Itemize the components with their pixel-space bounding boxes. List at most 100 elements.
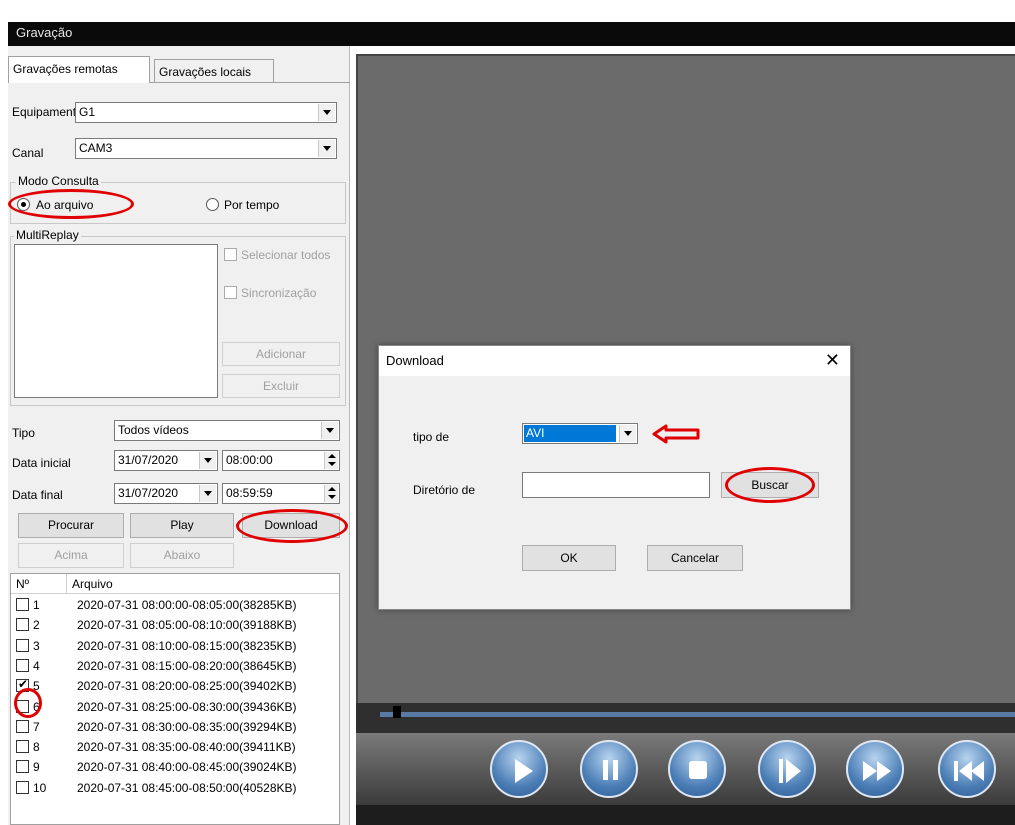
channel-select[interactable]: CAM3 [75, 138, 337, 159]
format-label: tipo de [413, 430, 450, 444]
table-row[interactable]: 6 2020-07-31 08:25:00-08:30:00(39436KB) [11, 697, 339, 717]
query-mode-label: Modo Consulta [16, 174, 101, 188]
arrow-left-icon [652, 424, 700, 444]
table-row[interactable]: 3 2020-07-31 08:10:00-08:15:00(38235KB) [11, 636, 339, 656]
play-button[interactable]: Play [130, 513, 234, 538]
row-checkbox[interactable] [16, 638, 29, 652]
radio-by-time-label: Por tempo [224, 198, 280, 212]
chevron-down-icon [199, 452, 216, 469]
table-row[interactable]: 10 2020-07-31 08:45:00-08:50:00(40528KB) [11, 778, 339, 798]
remove-button[interactable]: Excluir [222, 374, 340, 398]
table-row[interactable]: 52020-07-31 08:20:00-08:25:00(39402KB) [11, 676, 339, 696]
highlight-ring [14, 688, 42, 718]
spinner-icon[interactable] [324, 452, 338, 469]
column-header-number[interactable]: Nº [11, 574, 67, 594]
row-number: 2 [33, 618, 40, 633]
dialog-title: Download [386, 353, 444, 368]
start-time-field[interactable]: 08:00:00 [222, 450, 340, 471]
window-title-bar: Gravação [8, 22, 1015, 46]
end-date-picker[interactable]: 31/07/2020 [114, 483, 218, 504]
row-file: 2020-07-31 08:35:00-08:40:00(39411KB) [77, 740, 296, 755]
row-file: 2020-07-31 08:05:00-08:10:00(39188KB) [77, 618, 297, 633]
row-number: 4 [33, 658, 40, 673]
play-glyph [515, 759, 533, 783]
directory-input[interactable] [522, 472, 710, 498]
controls-bottom-strip [356, 805, 1015, 825]
highlight-ring [8, 189, 134, 219]
device-select[interactable]: G1 [75, 102, 337, 123]
format-select[interactable]: AVI [522, 423, 638, 444]
tab-label: Gravações remotas [13, 62, 118, 76]
seek-handle[interactable] [393, 706, 401, 718]
start-date-picker[interactable]: 31/07/2020 [114, 450, 218, 471]
row-number: 8 [33, 740, 40, 755]
row-number: 10 [33, 780, 47, 795]
sync-label: Sincronização [241, 286, 317, 300]
row-file: 2020-07-31 08:15:00-08:20:00(38645KB) [77, 658, 297, 673]
step-forward-glyph [779, 759, 801, 783]
fast-forward-icon[interactable] [846, 740, 904, 798]
skip-back-icon[interactable] [938, 740, 996, 798]
channel-label: Canal [12, 146, 44, 160]
row-checkbox[interactable] [16, 598, 29, 611]
type-select[interactable]: Todos vídeos [114, 420, 340, 441]
tab-local-recordings[interactable]: Gravações locais [154, 59, 274, 83]
channel-value: CAM3 [79, 141, 113, 155]
close-icon[interactable]: ✕ [825, 350, 840, 371]
pause-glyph [603, 760, 618, 780]
ok-button[interactable]: OK [522, 545, 616, 571]
select-all-checkbox[interactable] [224, 248, 237, 261]
table-row[interactable]: 1 2020-07-31 08:00:00-08:05:00(38285KB) [11, 595, 339, 615]
row-checkbox[interactable] [16, 719, 29, 733]
device-value: G1 [79, 105, 96, 119]
sync-checkbox[interactable] [224, 286, 237, 299]
stop-icon[interactable] [668, 740, 726, 798]
chevron-down-icon [321, 422, 338, 439]
table-row[interactable]: 4 2020-07-31 08:15:00-08:20:00(38645KB) [11, 656, 339, 676]
directory-label: Diretório de [413, 483, 476, 497]
tab-remote-recordings[interactable]: Gravações remotas [8, 56, 150, 83]
radio-by-time[interactable] [206, 198, 219, 211]
skip-back-glyph [954, 761, 984, 781]
cancel-button[interactable]: Cancelar [647, 545, 743, 571]
end-time-field[interactable]: 08:59:59 [222, 483, 340, 504]
move-down-button[interactable]: Abaixo [130, 543, 234, 568]
row-number: 9 [33, 760, 40, 775]
row-file: 2020-07-31 08:10:00-08:15:00(38235KB) [77, 638, 297, 653]
column-header-file[interactable]: Arquivo [67, 574, 339, 594]
move-up-button[interactable]: Acima [18, 543, 124, 568]
start-date-value: 31/07/2020 [118, 453, 179, 467]
play-icon[interactable] [490, 740, 548, 798]
row-checkbox[interactable] [16, 780, 29, 794]
download-dialog: Download ✕ tipo de AVI Diretório de Busc… [378, 345, 851, 610]
type-label: Tipo [12, 426, 35, 440]
pause-icon[interactable] [580, 740, 638, 798]
seek-bar[interactable] [380, 712, 1015, 717]
table-row[interactable]: 9 2020-07-31 08:40:00-08:45:00(39024KB) [11, 757, 339, 777]
multireplay-label: MultiReplay [14, 228, 81, 242]
highlight-ring [236, 509, 348, 543]
table-row[interactable]: 7 2020-07-31 08:30:00-08:35:00(39294KB) [11, 717, 339, 737]
window-title: Gravação [16, 25, 73, 40]
multireplay-list[interactable] [14, 244, 218, 398]
chevron-down-icon [318, 140, 335, 157]
dialog-title-bar: Download [379, 346, 850, 376]
row-checkbox[interactable] [16, 658, 29, 672]
select-all-label: Selecionar todos [241, 248, 331, 262]
table-row[interactable]: 8 2020-07-31 08:35:00-08:40:00(39411KB) [11, 737, 339, 757]
seek-track [356, 703, 1015, 733]
add-button[interactable]: Adicionar [222, 342, 340, 366]
spinner-icon[interactable] [324, 485, 338, 502]
step-forward-icon[interactable] [758, 740, 816, 798]
row-checkbox[interactable] [16, 618, 29, 632]
row-checkbox[interactable] [16, 740, 29, 754]
chevron-down-icon [199, 485, 216, 502]
row-file: 2020-07-31 08:20:00-08:25:00(39402KB) [77, 679, 297, 694]
row-file: 2020-07-31 08:25:00-08:30:00(39436KB) [77, 699, 297, 714]
file-list[interactable]: Nº Arquivo 1 2020-07-31 08:00:00-08:05:00… [10, 573, 340, 825]
chevron-down-icon [318, 104, 335, 121]
row-checkbox[interactable] [16, 760, 29, 774]
row-file: 2020-07-31 08:45:00-08:50:00(40528KB) [77, 780, 297, 795]
table-row[interactable]: 2 2020-07-31 08:05:00-08:10:00(39188KB) [11, 615, 339, 635]
search-button[interactable]: Procurar [18, 513, 124, 538]
